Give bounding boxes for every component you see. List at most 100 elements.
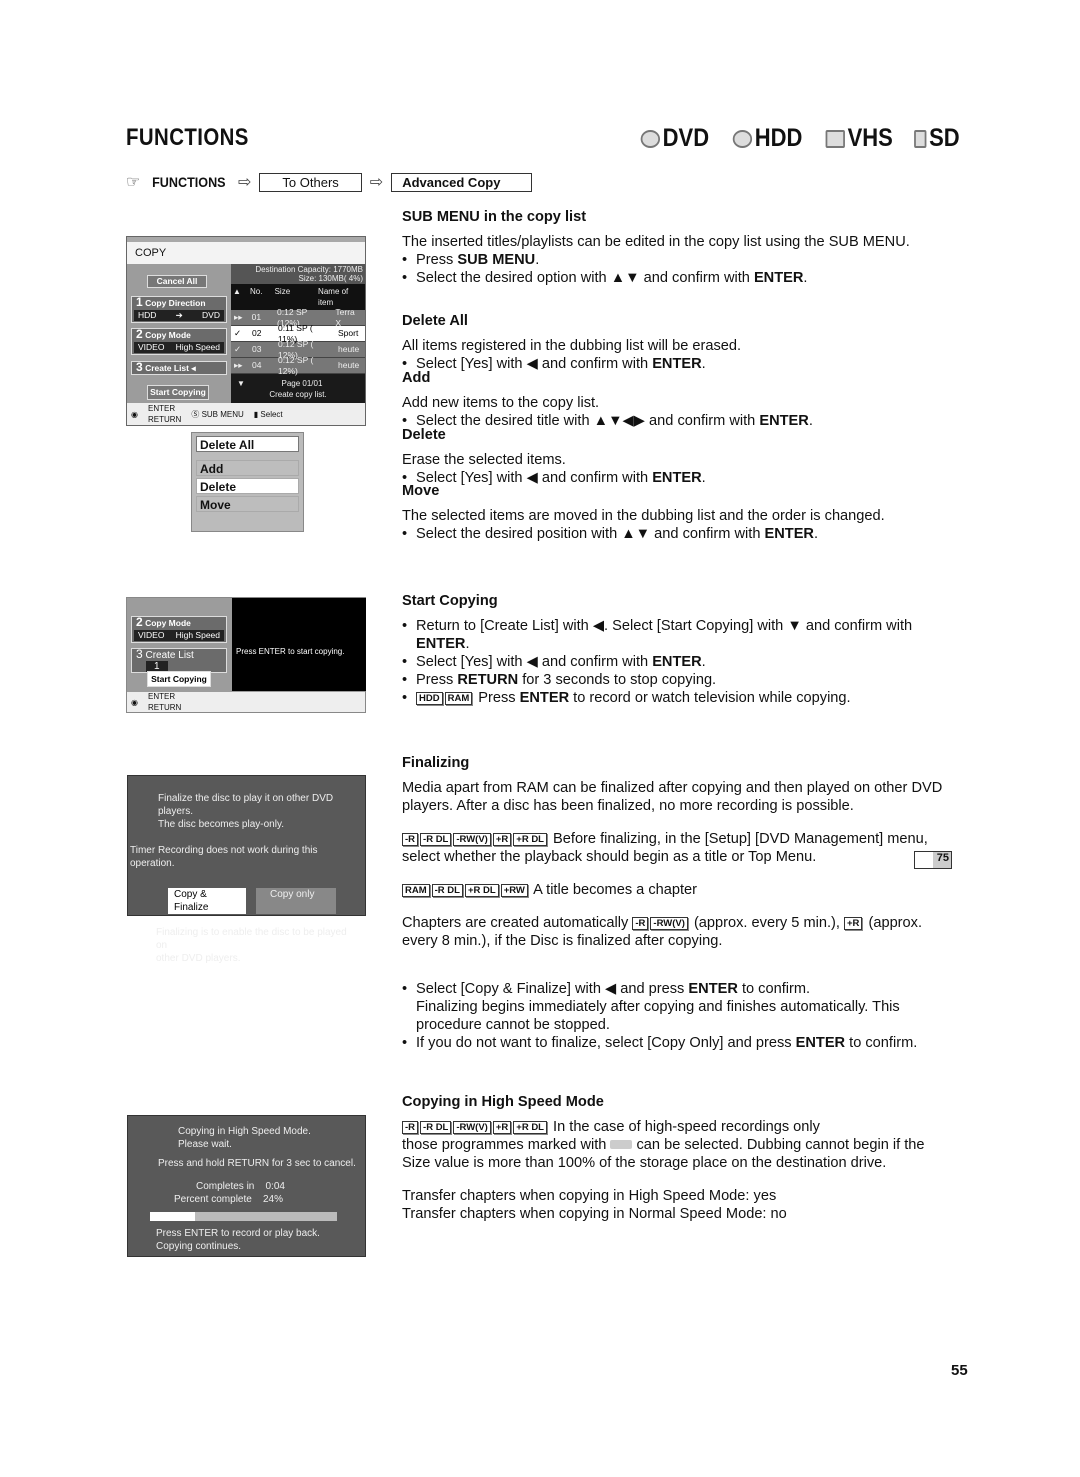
disc-badge: -R	[402, 833, 419, 846]
section-heading: Finalizing	[402, 755, 470, 771]
paragraph-line: procedure cannot be stopped.	[416, 1017, 610, 1033]
hand-pointer-icon: ☞	[126, 174, 141, 191]
breadcrumb: ☞ FUNCTIONS ⇨ To Others ⇨ Advanced Copy	[126, 172, 533, 192]
paragraph-line: Size value is more than 100% of the stor…	[402, 1155, 887, 1171]
check-icon: ✓	[234, 344, 242, 354]
disc-badge: HDD	[416, 692, 443, 705]
disc-badge: -R DL	[431, 884, 463, 897]
remote-icon: ◉	[131, 409, 138, 419]
copy-screen-title: COPY	[127, 242, 365, 264]
copy-hint: Create copy list.	[269, 390, 327, 399]
bullet-item: If you do not want to finalize, select […	[402, 1034, 962, 1052]
remote-icon: ◉	[131, 697, 138, 707]
section: Move The selected items are moved in the …	[402, 482, 962, 543]
sd-card-icon	[914, 129, 927, 148]
copy-only-button[interactable]: Copy only	[256, 888, 336, 914]
disc-badge: +RW	[500, 884, 528, 897]
paragraph-line: The inserted titles/playlists can be edi…	[402, 234, 910, 250]
section: SUB MENU in the copy list The inserted ti…	[402, 208, 962, 287]
start-copying-button[interactable]: Start Copying	[147, 385, 209, 400]
bullet-item: HDDRAM Press ENTER to record or watch te…	[402, 689, 962, 707]
hdd-icon	[732, 129, 752, 148]
step-copy-direction[interactable]: 1 Copy Direction HDD ➔ DVD	[131, 296, 227, 323]
progress-bar	[150, 1212, 337, 1221]
breadcrumb-to-others: To Others	[259, 172, 362, 192]
media-sd: SD	[914, 124, 960, 153]
page-number: 55	[951, 1362, 968, 1379]
section-heading: SUB MENU in the copy list	[402, 209, 587, 225]
bullet-item: Select [Yes] with ◀ and confirm with ENT…	[402, 653, 962, 671]
start-copying-button[interactable]: Start Copying	[147, 671, 211, 687]
arrow-right-icon: ⇨	[369, 174, 384, 191]
vhs-icon	[825, 129, 845, 148]
high-speed-icon: ▸▸	[234, 360, 243, 370]
disc-badge: +R	[844, 917, 863, 930]
disc-badge: -R DL	[420, 1121, 452, 1134]
paragraph-line: Chapters are created automatically -R -RW…	[402, 915, 923, 931]
page-title: FUNCTIONS	[126, 124, 249, 151]
media-icons: DVD HDD VHS SD	[636, 124, 963, 153]
breadcrumb-functions: FUNCTIONS	[152, 174, 226, 190]
copy-steps: Cancel All 1 Copy Direction HDD ➔ DVD 2 Co…	[127, 264, 231, 404]
media-vhs: VHS	[825, 124, 893, 153]
paragraph-line: The selected items are moved in the dubb…	[402, 508, 885, 524]
paragraph-line: All items registered in the dubbing list…	[402, 338, 742, 354]
progress-fill	[150, 1212, 195, 1221]
bullet-item: Press RETURN for 3 seconds to stop copyi…	[402, 671, 962, 689]
bullet-item: Press SUB MENU.	[402, 251, 962, 269]
section-heading: Delete	[402, 427, 446, 443]
media-hdd: HDD	[732, 124, 802, 153]
bullet-item: Return to [Create List] with ◀. Select […	[402, 617, 962, 635]
disc-badge: -R DL	[420, 833, 452, 846]
high-speed-dialog: Copying in High Speed Mode. Please wait.…	[127, 1115, 366, 1257]
section: DeleteErase the selected items.Select [Y…	[402, 426, 962, 487]
disc-badge: +R DL	[513, 833, 547, 846]
paragraph-line: Transfer chapters when copying in Normal…	[402, 1206, 787, 1222]
paragraph-line: RAM -R DL +R DL +RW A title becomes a chapt…	[402, 881, 962, 899]
disc-badge: +R	[492, 833, 512, 846]
finalize-dialog: Finalize the disc to play it on other DV…	[127, 775, 366, 964]
disc-badge: -RW(V)	[453, 1121, 491, 1134]
step-copy-mode[interactable]: 2 Copy Mode VIDEO High Speed	[131, 328, 227, 355]
disc-badge: RAM	[444, 692, 473, 705]
list-item[interactable]: ▸▸ 04 0:12 SP ( 12%) heute	[231, 355, 365, 376]
submenu-move[interactable]: Move	[196, 496, 299, 512]
cancel-all-button[interactable]: Cancel All	[147, 275, 207, 288]
disc-badge: +R	[492, 1121, 512, 1134]
submenu-add[interactable]: Add	[196, 460, 299, 476]
disc-badge: -R	[632, 917, 649, 930]
disc-badge: -RW(V)	[453, 833, 491, 846]
copy-finalize-button[interactable]: Copy & Finalize	[168, 888, 246, 914]
disc-badge: +R DL	[464, 884, 499, 897]
arrow-right-icon: ⇨	[238, 174, 252, 191]
step-create-list[interactable]: 3 Create List 1	[131, 648, 227, 673]
breadcrumb-advanced-copy: Advanced Copy	[391, 172, 533, 192]
section: Delete All All items registered in the du…	[402, 312, 962, 373]
button-guide: ◉ ENTER RETURN Ⓢ SUB MENU ▮ Select	[127, 403, 365, 425]
paragraph-line: every 8 min.), if the Disc is finalized …	[402, 933, 723, 949]
section-heading: Add	[402, 370, 431, 386]
submenu-delete-all[interactable]: Delete All	[196, 436, 299, 452]
paragraph-line: ENTER.	[416, 636, 470, 652]
section: AddAdd new items to the copy list.Select…	[402, 369, 962, 430]
submenu-delete[interactable]: Delete	[196, 478, 299, 494]
step-copy-mode[interactable]: 2 Copy Mode VIDEO High Speed	[131, 616, 227, 643]
bullet-item: Select [Copy & Finalize] with ◀ and pres…	[402, 980, 962, 998]
section: Copying in High Speed Mode -R -R DL -RW(V) +…	[402, 1093, 962, 1223]
paragraph-line: -R -R DL -RW(V) +R +R DL In the case of high…	[402, 1118, 962, 1136]
disc-badge: -R	[402, 1121, 419, 1134]
paragraph-line: Erase the selected items.	[402, 452, 566, 468]
paragraph-line: Media apart from RAM can be finalized af…	[402, 780, 943, 796]
start-copying-screen: 2 Copy Mode VIDEO High Speed 3 Create Lis…	[126, 597, 366, 713]
section-heading: Copying in High Speed Mode	[402, 1094, 604, 1110]
high-speed-icon: ▸▸	[234, 312, 243, 322]
step-create-list[interactable]: 3 Create List ◂	[131, 361, 227, 375]
disc-badge: RAM	[402, 884, 430, 897]
disc-badge: -RW(V)	[650, 917, 688, 930]
paragraph-line: Transfer chapters when copying in High S…	[402, 1188, 777, 1204]
section-heading: Delete All	[402, 313, 468, 329]
start-message: Press ENTER to start copying.	[232, 598, 366, 691]
paragraph-line: those programmes marked with can be sele…	[402, 1137, 925, 1153]
bullet-item: Select the desired position with ▲▼ and …	[402, 525, 962, 543]
disc-badge: +R DL	[513, 1121, 547, 1134]
